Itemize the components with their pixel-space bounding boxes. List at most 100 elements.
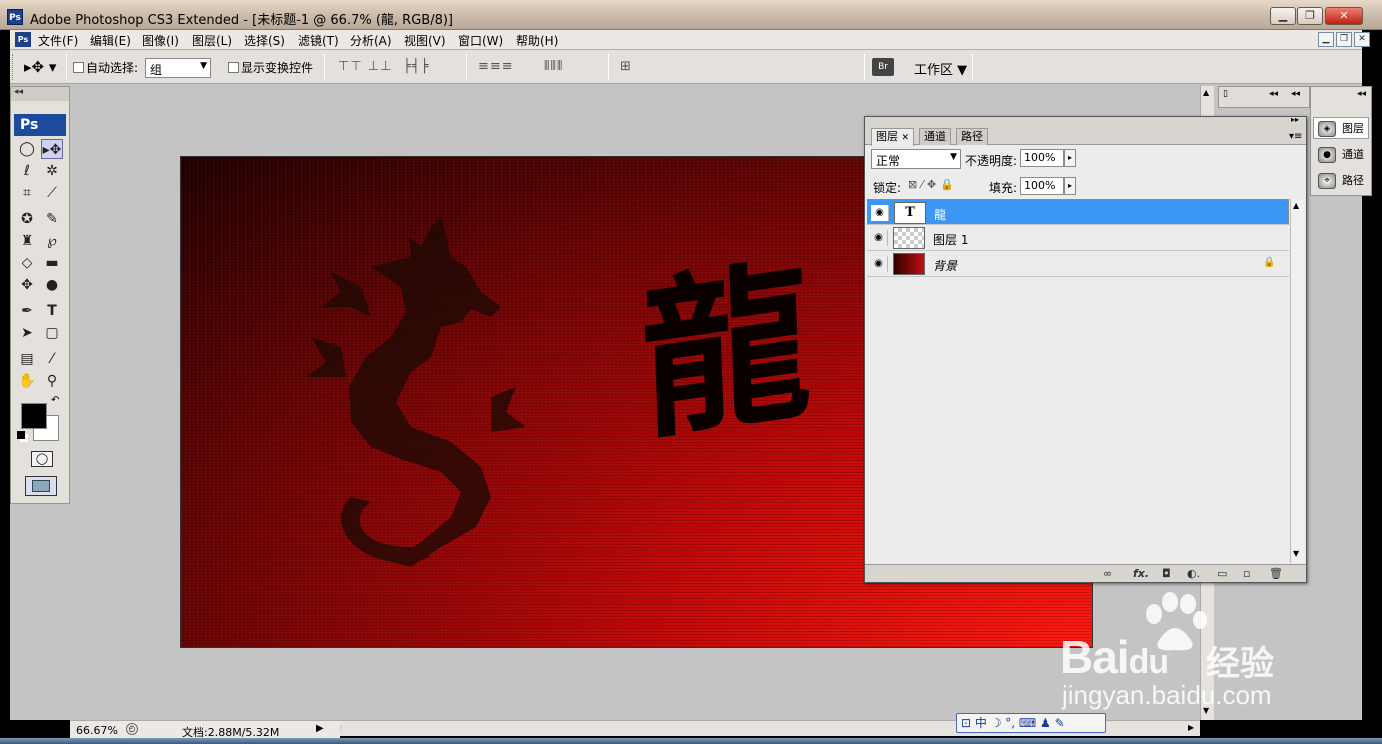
slice-tool-icon[interactable]: ⟋ (41, 183, 63, 203)
panel-grip[interactable]: ▯ (1223, 89, 1228, 99)
status-menu-arrow[interactable]: ▶ (316, 723, 324, 734)
menu-image[interactable]: 图像(I) (142, 32, 179, 49)
history-brush-tool-icon[interactable]: ℘ (41, 231, 63, 251)
dock-paths-button[interactable]: ⌖ 路径 (1313, 169, 1369, 191)
layer-row-text[interactable]: ◉ T 龍 (867, 199, 1289, 225)
scroll-up-icon[interactable]: ▲ (1293, 201, 1299, 210)
menu-edit[interactable]: 编辑(E) (90, 32, 131, 49)
distribute-vertical-icons[interactable]: ≡≡≡ (478, 59, 514, 74)
menu-view[interactable]: 视图(V) (404, 32, 446, 49)
tab-layers[interactable]: 图层 ✕ (871, 128, 915, 146)
align-left-right-icons[interactable]: ╞╡╞ (403, 59, 429, 74)
dock-layers-button[interactable]: ◈ 图层 (1313, 117, 1369, 139)
menu-window[interactable]: 窗口(W) (458, 32, 503, 49)
new-group-icon[interactable]: ▭ (1217, 567, 1227, 580)
blur-tool-icon[interactable]: ✥ (16, 275, 38, 295)
path-selection-tool-icon[interactable]: ➤ (16, 323, 38, 343)
opacity-slider-button[interactable]: ▸ (1064, 149, 1076, 167)
gradient-tool-icon[interactable]: ▬ (41, 253, 63, 273)
opacity-input[interactable]: 100% (1020, 149, 1064, 167)
adjustment-layer-icon[interactable]: ◐. (1187, 567, 1200, 580)
tab-close-icon[interactable]: ✕ (902, 133, 910, 143)
blend-mode-dropdown[interactable]: 正常 ▼ (871, 149, 961, 169)
panel-expand-icon[interactable]: ◂◂ (1269, 89, 1278, 99)
ime-toolbar[interactable]: ⊡ 中 ☽ °, ⌨ ♟ ✎ (956, 713, 1106, 733)
zoom-tool-icon[interactable]: ⚲ (41, 371, 63, 391)
status-options-icon[interactable]: ◴ (126, 723, 138, 735)
eraser-tool-icon[interactable]: ◇ (16, 253, 38, 273)
auto-align-icon[interactable]: ⊞ (620, 59, 632, 74)
align-top-bottom-icons[interactable]: ⊤⊤ ⊥⊥ (338, 59, 392, 74)
visibility-eye-icon[interactable]: ◉ (871, 205, 889, 221)
lasso-tool-icon[interactable]: ℓ (16, 161, 38, 181)
dodge-tool-icon[interactable]: ● (41, 275, 63, 295)
new-layer-icon[interactable]: ▫ (1243, 567, 1250, 580)
scroll-down-icon[interactable]: ▼ (1293, 549, 1299, 558)
eyedropper-tool-icon[interactable]: ⁄ (41, 349, 63, 369)
move-tool-preset-icon[interactable]: ▸✥ ▾ (24, 58, 56, 76)
document-icon[interactable]: Ps (15, 32, 31, 47)
clone-stamp-tool-icon[interactable]: ♜ (16, 231, 38, 251)
panel-collapse-icon[interactable]: ▸▸ (1291, 115, 1299, 124)
hand-tool-icon[interactable]: ✋ (16, 371, 38, 391)
menu-filter[interactable]: 滤镜(T) (298, 32, 339, 49)
layer-row-layer1[interactable]: ◉ 图层 1 (867, 225, 1289, 251)
options-grip[interactable] (12, 54, 18, 80)
toolbox-header[interactable]: ◂◂ (11, 87, 69, 101)
add-mask-icon[interactable]: ◘ (1162, 567, 1171, 580)
dock-channels-button[interactable]: ● 通道 (1313, 143, 1369, 165)
elliptical-marquee-tool-icon[interactable]: ◯ (16, 139, 38, 159)
doc-minimize-button[interactable]: ▁ (1318, 32, 1334, 47)
delete-layer-icon[interactable]: 🗑 (1269, 567, 1283, 580)
layer-row-background[interactable]: ◉ 背景 🔒 (867, 251, 1289, 277)
layer-name[interactable]: 背景 (933, 257, 957, 274)
layer-name[interactable]: 龍 (934, 206, 946, 223)
fill-slider-button[interactable]: ▸ (1064, 177, 1076, 195)
layers-scrollbar[interactable]: ▲ ▼ (1290, 199, 1304, 563)
doc-restore-button[interactable]: ❐ (1336, 32, 1352, 47)
ime-logo-icon[interactable]: ⊡ (961, 716, 975, 730)
lock-icons[interactable]: ⊠⁄✥🔒 (908, 178, 958, 191)
panel-title-strip[interactable]: ▸▸ (865, 115, 1306, 127)
scroll-up-icon[interactable]: ▲ (1203, 88, 1209, 97)
bridge-icon[interactable]: Br (872, 58, 894, 76)
panel-expand-icon[interactable]: ◂◂ (1291, 89, 1300, 99)
menu-select[interactable]: 选择(S) (244, 32, 285, 49)
notes-tool-icon[interactable]: ▤ (16, 349, 38, 369)
ime-status[interactable]: 中 ☽ °, ⌨ ♟ ✎ (975, 716, 1065, 730)
foreground-color-swatch[interactable] (21, 403, 47, 429)
quick-mask-icon[interactable]: ◯ (31, 451, 53, 467)
magic-wand-tool-icon[interactable]: ✲ (41, 161, 63, 181)
rectangle-tool-icon[interactable]: ▢ (41, 323, 63, 343)
distribute-horizontal-icons[interactable]: ⫴⫴⫴ (544, 59, 563, 74)
tab-channels[interactable]: 通道 (919, 128, 951, 145)
auto-select-checkbox[interactable] (73, 62, 84, 73)
tab-paths[interactable]: 路径 (956, 128, 988, 145)
type-tool-icon[interactable]: T (41, 301, 63, 321)
workspace-menu[interactable]: 工作区 ▼ (914, 59, 967, 78)
maximize-button[interactable]: ❐ (1297, 7, 1323, 25)
pen-tool-icon[interactable]: ✒ (16, 301, 38, 321)
brush-tool-icon[interactable]: ✎ (41, 209, 63, 229)
layer-style-icon[interactable]: fx. (1133, 567, 1149, 580)
zoom-level[interactable]: 66.67% (76, 724, 118, 737)
show-transform-checkbox[interactable] (228, 62, 239, 73)
crop-tool-icon[interactable]: ⌗ (16, 183, 38, 203)
doc-close-button[interactable]: ✕ (1354, 32, 1370, 47)
menu-file[interactable]: 文件(F) (38, 32, 78, 49)
default-colors-icon[interactable] (17, 431, 25, 439)
visibility-eye-icon[interactable]: ◉ (870, 256, 888, 272)
dock-collapse-icon[interactable]: ◂◂ (1357, 89, 1366, 99)
healing-brush-tool-icon[interactable]: ✪ (16, 209, 38, 229)
fill-input[interactable]: 100% (1020, 177, 1064, 195)
link-layers-icon[interactable]: ∞ (1103, 567, 1112, 580)
menu-layer[interactable]: 图层(L) (192, 32, 232, 49)
panel-menu-icon[interactable]: ▾≡ (1289, 131, 1302, 142)
move-tool-icon[interactable]: ▸✥ (41, 139, 63, 159)
close-button[interactable]: ✕ (1325, 7, 1363, 25)
menu-analysis[interactable]: 分析(A) (350, 32, 392, 49)
minimize-button[interactable]: ▁ (1270, 7, 1296, 25)
auto-select-dropdown[interactable]: 组 ▼ (145, 58, 211, 78)
collapsed-panel-group[interactable]: ▯ ◂◂ ◂◂ (1218, 86, 1310, 108)
scroll-right-icon[interactable]: ▶ (1188, 723, 1194, 732)
